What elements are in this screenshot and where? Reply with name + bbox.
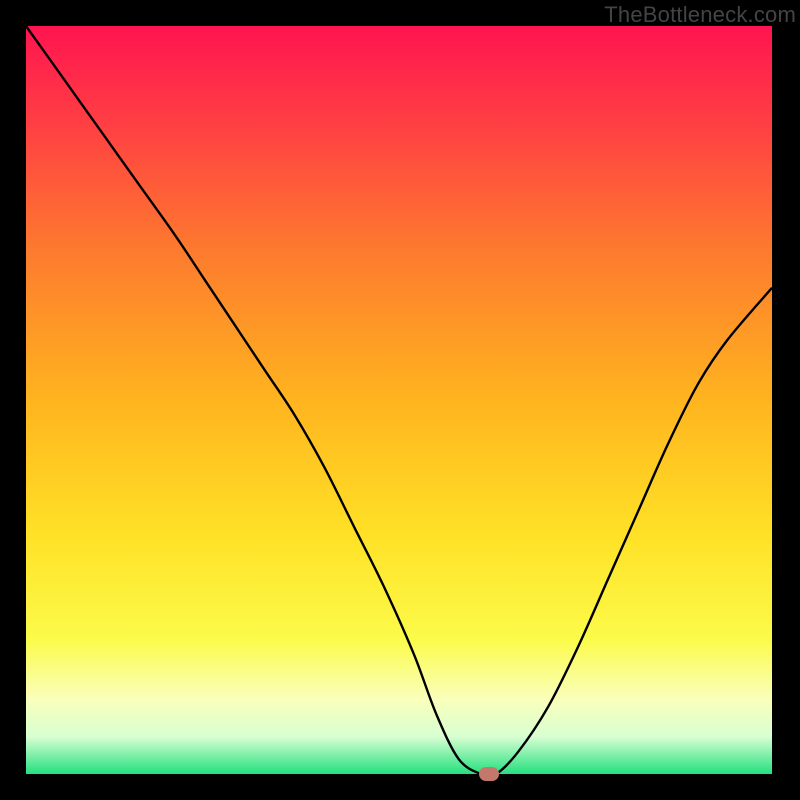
optimum-marker [479, 767, 499, 781]
chart-container: TheBottleneck.com [0, 0, 800, 800]
watermark-text: TheBottleneck.com [604, 2, 796, 28]
plot-area [26, 26, 772, 774]
gradient-background [26, 26, 772, 774]
